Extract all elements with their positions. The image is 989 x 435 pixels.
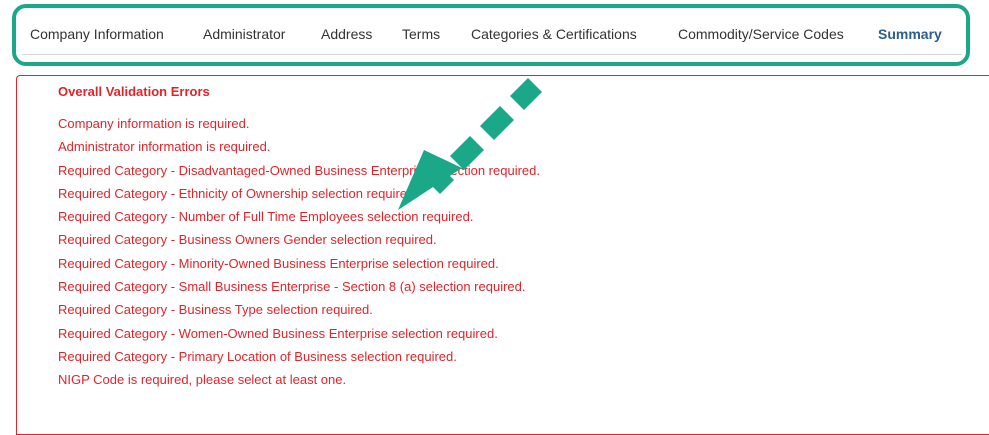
- validation-error-title: Overall Validation Errors: [58, 84, 210, 99]
- error-item: Required Category - Disadvantaged-Owned …: [58, 162, 540, 178]
- tab-commodity-service-codes[interactable]: Commodity/Service Codes: [678, 24, 844, 44]
- error-item: Required Category - Women-Owned Business…: [58, 325, 498, 341]
- error-item: Required Category - Number of Full Time …: [58, 209, 474, 225]
- tab-terms[interactable]: Terms: [402, 24, 440, 44]
- error-item: Required Category - Primary Location of …: [58, 348, 457, 364]
- error-item: Required Category - Minority-Owned Busin…: [58, 255, 499, 271]
- error-item: Company information is required.: [58, 116, 250, 131]
- error-item: Required Category - Ethnicity of Ownersh…: [58, 185, 418, 201]
- tab-categories-certifications[interactable]: Categories & Certifications: [471, 24, 637, 44]
- tab-summary[interactable]: Summary: [878, 24, 942, 44]
- tab-address[interactable]: Address: [321, 24, 372, 44]
- error-item: Required Category - Business Owners Gend…: [58, 232, 437, 248]
- tab-company-information[interactable]: Company Information: [30, 24, 164, 44]
- tab-administrator[interactable]: Administrator: [203, 24, 285, 44]
- error-item: NIGP Code is required, please select at …: [58, 372, 347, 388]
- tab-bar: Company Information Administrator Addres…: [22, 14, 962, 55]
- error-item: Administrator information is required.: [58, 139, 271, 155]
- validation-error-list: Company information is required. Adminis…: [58, 115, 540, 395]
- error-item: Required Category - Small Business Enter…: [58, 279, 526, 295]
- error-item: Required Category - Business Type select…: [58, 302, 373, 318]
